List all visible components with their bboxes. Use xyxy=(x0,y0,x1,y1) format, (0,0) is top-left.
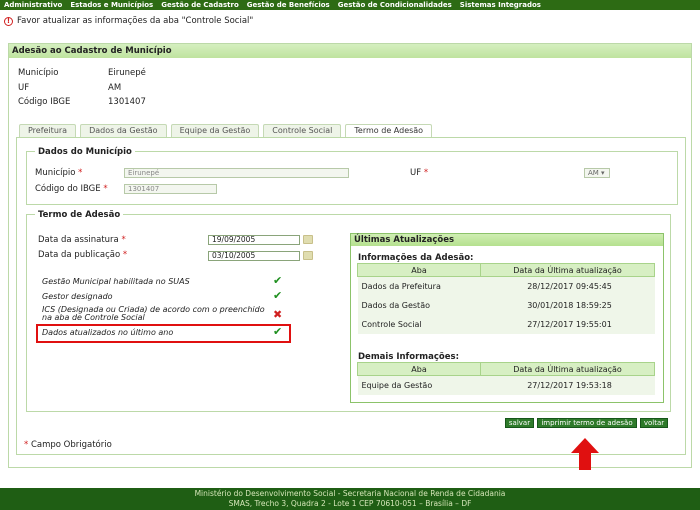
table-row: Controle Social 27/12/2017 19:55:01 xyxy=(357,314,655,334)
dados-legend: Dados do Município xyxy=(35,147,135,157)
col-data: Data da Última atualização xyxy=(480,362,655,376)
table-row: Dados da Gestão 30/01/2018 18:59:25 xyxy=(357,295,655,315)
dados-fieldset xyxy=(26,151,678,205)
check-label-ics: ICS (Designada ou Criada) de acordo com … xyxy=(42,305,265,322)
info-uf-value: AM xyxy=(108,83,122,93)
info-adesao-title: Informações da Adesão: xyxy=(358,253,474,263)
info-municipio-value: Eirunepé xyxy=(108,68,146,78)
alert-icon: ! xyxy=(4,16,13,26)
footer-line2: SMAS, Trecho 3, Quadra 2 - Lote 1 CEP 70… xyxy=(228,499,472,508)
imprimir-button[interactable]: imprimir termo de adesão xyxy=(537,418,637,428)
nav-gestao-condicionalidades[interactable]: Gestão de Condicionalidades xyxy=(338,1,452,9)
cell-data: 27/12/2017 19:53:18 xyxy=(480,375,655,395)
footer: Ministério do Desenvolvimento Social - S… xyxy=(0,488,700,510)
check-label-gestor: Gestor designado xyxy=(42,292,113,301)
demais-title: Demais Informações: xyxy=(358,352,459,362)
publicacao-input[interactable]: 03/10/2005 xyxy=(208,251,300,261)
campo-obrigatorio: * Campo Obrigatório xyxy=(24,440,112,450)
dados-uf-label: UF * xyxy=(410,168,429,178)
checkmark-icon: ✔ xyxy=(273,274,283,287)
alert-text: Favor atualizar as informações da aba "C… xyxy=(17,16,254,26)
publicacao-label: Data da publicação * xyxy=(38,250,128,260)
ultimas-title: Últimas Atualizações xyxy=(351,234,663,246)
uf-select[interactable]: AM ▾ xyxy=(584,168,610,178)
check-label-atualizados: Dados atualizados no último ano xyxy=(42,328,174,337)
checkmark-icon: ✔ xyxy=(273,289,283,302)
tab-controle-social[interactable]: Controle Social xyxy=(263,124,342,137)
dados-municipio-label: Município * xyxy=(35,168,83,178)
nav-administrativo[interactable]: Administrativo xyxy=(4,1,62,9)
nav-gestao-beneficios[interactable]: Gestão de Benefícios xyxy=(247,1,330,9)
info-municipio-label: Município xyxy=(18,68,59,78)
info-ibge-value: 1301407 xyxy=(108,97,146,107)
footer-line1: Ministério do Desenvolvimento Social - S… xyxy=(194,489,506,498)
nav-sistemas-integrados[interactable]: Sistemas Integrados xyxy=(460,1,541,9)
salvar-button[interactable]: salvar xyxy=(505,418,534,428)
cell-aba: Equipe da Gestão xyxy=(357,375,481,395)
info-ibge-label: Código IBGE xyxy=(18,97,71,107)
dados-ibge-label: Código do IBGE * xyxy=(35,184,108,194)
checkmark-icon: ✔ xyxy=(273,325,283,338)
tab-prefeitura[interactable]: Prefeitura xyxy=(19,124,77,137)
table-row: Dados da Prefeitura 28/12/2017 09:45:45 xyxy=(357,276,655,296)
municipio-input[interactable]: Eirunepé xyxy=(124,168,349,178)
cross-icon: ✖ xyxy=(273,308,283,321)
demais-table: Aba Data da Última atualização Equipe da … xyxy=(357,362,655,395)
voltar-button[interactable]: voltar xyxy=(640,418,668,428)
cell-data: 28/12/2017 09:45:45 xyxy=(480,276,655,296)
check-label-suas: Gestão Municipal habilitada no SUAS xyxy=(42,277,190,286)
cell-aba: Controle Social xyxy=(357,314,481,334)
tab-termo-adesao[interactable]: Termo de Adesão xyxy=(345,124,433,137)
nav-estados-municipios[interactable]: Estados e Municípios xyxy=(70,1,153,9)
info-uf-label: UF xyxy=(18,83,30,93)
termo-legend: Termo de Adesão xyxy=(35,210,124,220)
assinatura-label: Data da assinatura * xyxy=(38,235,126,245)
cell-aba: Dados da Prefeitura xyxy=(357,276,481,296)
col-aba: Aba xyxy=(357,362,481,376)
panel-title: Adesão ao Cadastro de Município xyxy=(9,44,691,58)
col-aba: Aba xyxy=(357,263,481,277)
ibge-input[interactable]: 1301407 xyxy=(124,184,217,194)
adesao-table: Aba Data da Última atualização Dados da P… xyxy=(357,263,655,334)
arrow-up-icon xyxy=(571,438,599,470)
col-data: Data da Última atualização xyxy=(480,263,655,277)
nav-gestao-cadastro[interactable]: Gestão de Cadastro xyxy=(161,1,239,9)
assinatura-input[interactable]: 19/09/2005 xyxy=(208,235,300,245)
cell-aba: Dados da Gestão xyxy=(357,295,481,315)
alert-message: ! Favor atualizar as informações da aba … xyxy=(4,14,364,28)
calendar-icon[interactable] xyxy=(303,235,313,244)
table-row: Equipe da Gestão 27/12/2017 19:53:18 xyxy=(357,375,655,395)
cell-data: 30/01/2018 18:59:25 xyxy=(480,295,655,315)
tab-equipe-gestao[interactable]: Equipe da Gestão xyxy=(170,124,260,137)
tab-dados-gestao[interactable]: Dados da Gestão xyxy=(80,124,167,137)
cell-data: 27/12/2017 19:55:01 xyxy=(480,314,655,334)
calendar-icon[interactable] xyxy=(303,251,313,260)
top-nav: Administrativo Estados e Municípios Gest… xyxy=(0,0,700,10)
tab-bar: Prefeitura Dados da Gestão Equipe da Ges… xyxy=(19,124,433,137)
